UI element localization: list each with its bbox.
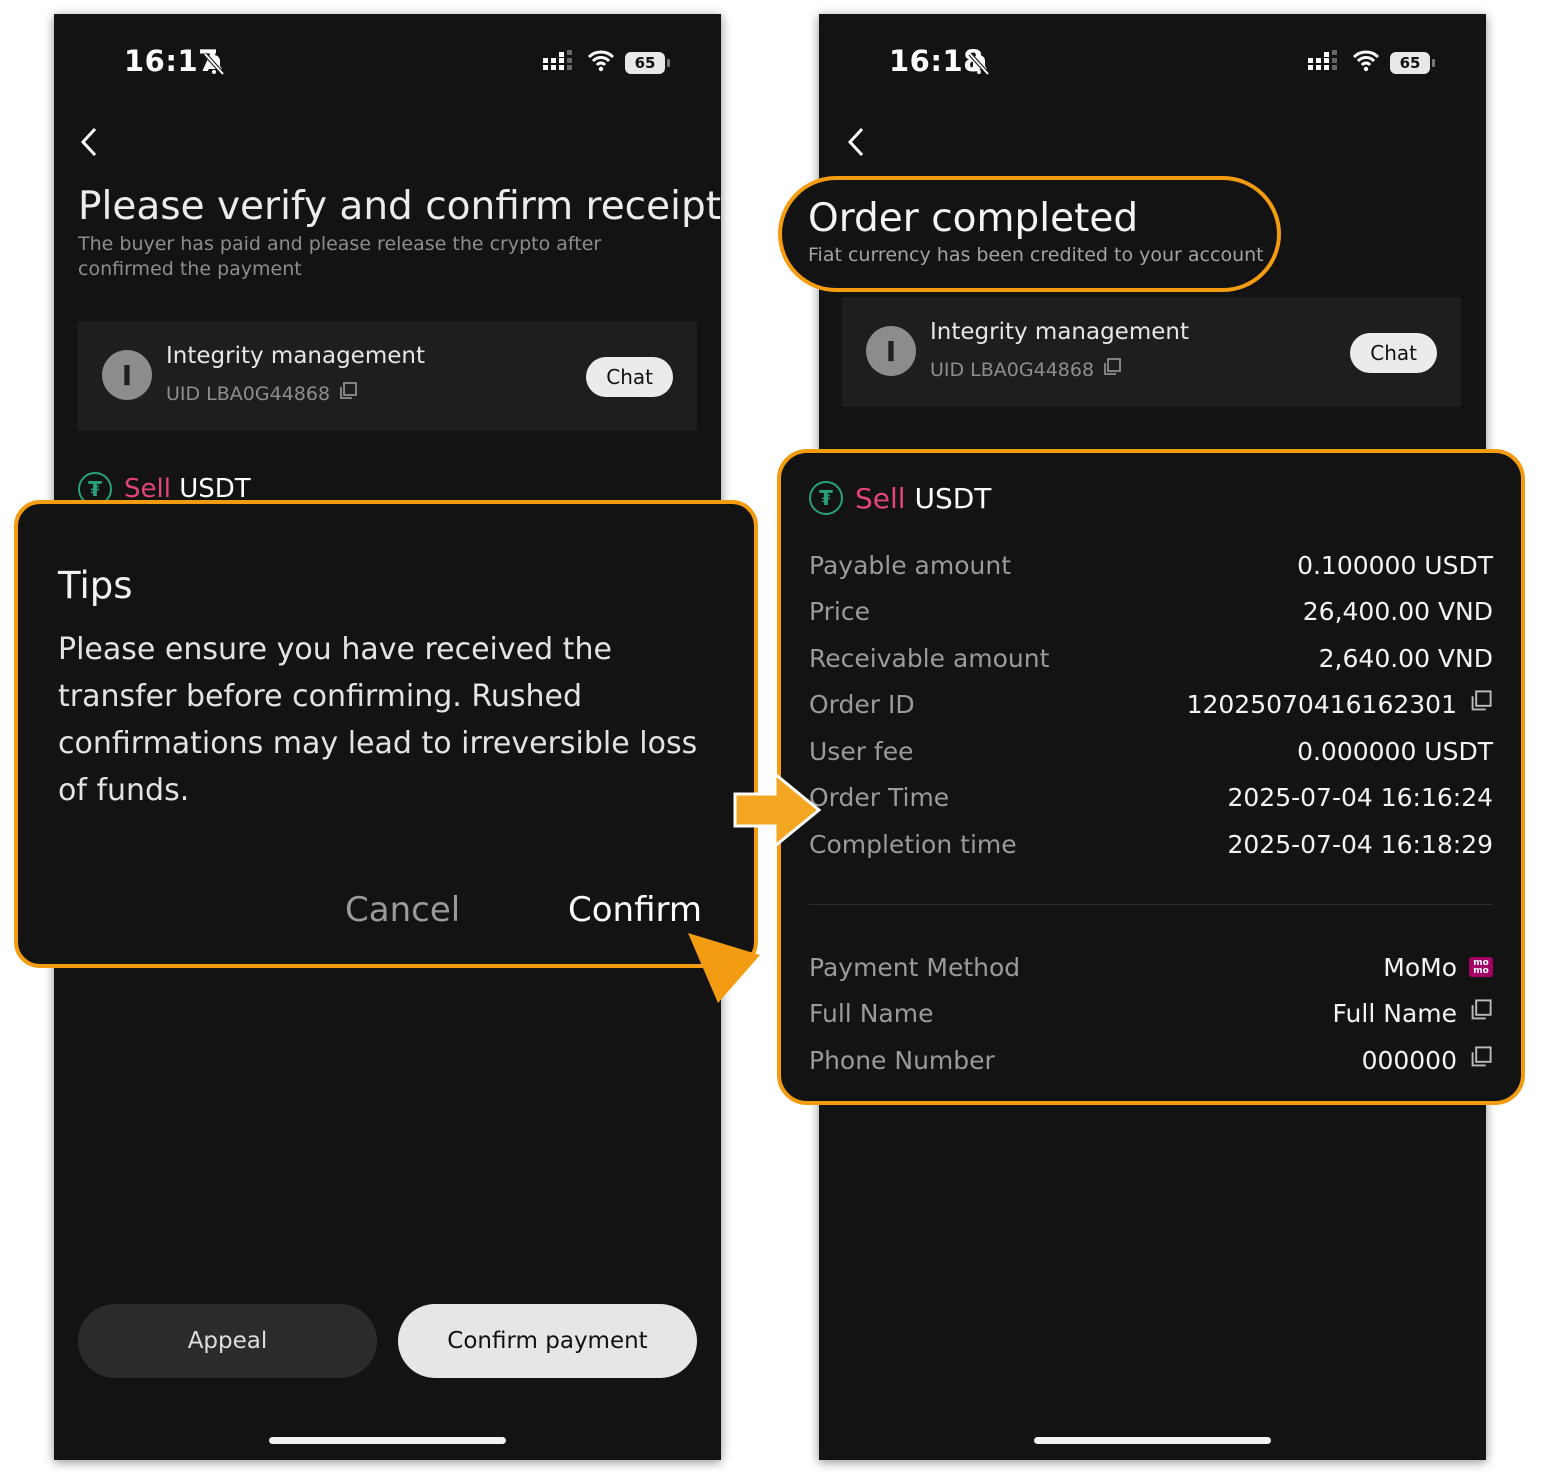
order-details-card: ₮ Sell USDT Payable amount 0.100000 USDT…: [777, 449, 1525, 1105]
pointer-tail-icon: [686, 925, 766, 1009]
payment-value: 000000: [1361, 1045, 1457, 1075]
appeal-button[interactable]: Appeal: [78, 1304, 377, 1378]
detail-row-payable: Payable amount 0.100000 USDT: [809, 548, 1493, 582]
home-indicator: [1034, 1437, 1271, 1444]
back-chevron-icon[interactable]: [78, 126, 100, 162]
right-arrow-icon: [733, 770, 823, 854]
detail-row-order-id: Order ID 12025070416162301: [809, 687, 1493, 721]
signal-icon: [543, 50, 577, 76]
merchant-card: I Integrity management UID LBA0G44868 Ch…: [842, 297, 1461, 407]
page-title: Please verify and confirm receipt: [78, 184, 721, 229]
confirm-button[interactable]: Confirm: [568, 890, 702, 930]
home-indicator: [269, 1437, 506, 1444]
detail-value: 0.000000 USDT: [1297, 736, 1493, 766]
detail-label: Order Time: [809, 782, 950, 812]
status-indicators: 65: [1308, 50, 1435, 76]
merchant-name: Integrity management: [930, 319, 1189, 345]
back-chevron-icon[interactable]: [845, 126, 867, 162]
detail-label: Receivable amount: [809, 643, 1050, 673]
order-status-bubble: Order completed Fiat currency has been c…: [778, 176, 1281, 292]
detail-row-price: Price 26,400.00 VND: [809, 594, 1493, 628]
asset-label: USDT: [914, 481, 992, 515]
copy-icon[interactable]: [1469, 998, 1493, 1028]
wifi-icon: [1352, 50, 1380, 76]
signal-icon: [1308, 50, 1342, 76]
chat-button[interactable]: Chat: [1350, 333, 1437, 373]
page-subtitle: The buyer has paid and please release th…: [78, 233, 602, 280]
detail-label: Payable amount: [809, 550, 1011, 580]
confirm-payment-button[interactable]: Confirm payment: [398, 1304, 697, 1378]
battery-icon: 65: [625, 52, 670, 74]
battery-icon: 65: [1390, 52, 1435, 74]
avatar: I: [102, 350, 152, 400]
tips-dialog: Tips Please ensure you have received the…: [14, 500, 758, 968]
detail-row-receivable: Receivable amount 2,640.00 VND: [809, 641, 1493, 675]
detail-value: 2,640.00 VND: [1318, 643, 1493, 673]
detail-value: 2025-07-04 16:16:24: [1227, 782, 1493, 812]
sell-label: Sell: [855, 481, 906, 515]
copy-icon[interactable]: [1102, 357, 1122, 382]
detail-value: 0.100000 USDT: [1297, 550, 1493, 580]
detail-row-completion-time: Completion time 2025-07-04 16:18:29: [809, 827, 1493, 861]
detail-label: Order ID: [809, 689, 915, 719]
payment-label: Payment Method: [809, 952, 1021, 982]
copy-icon[interactable]: [338, 381, 358, 406]
order-status-title: Order completed: [808, 196, 1139, 241]
detail-row-order-time: Order Time 2025-07-04 16:16:24: [809, 780, 1493, 814]
payment-label: Full Name: [809, 998, 934, 1028]
avatar: I: [866, 326, 916, 376]
wifi-icon: [587, 50, 615, 76]
merchant-uid-row: UID LBA0G44868: [166, 381, 358, 406]
order-status-subtitle: Fiat currency has been credited to your …: [808, 244, 1264, 266]
bell-off-icon: [202, 52, 226, 80]
status-indicators: 65: [543, 50, 670, 76]
payment-row-full-name: Full Name Full Name: [809, 996, 1493, 1030]
tips-message: Please ensure you have received the tran…: [58, 632, 698, 808]
detail-value: 26,400.00 VND: [1302, 596, 1493, 626]
chat-button[interactable]: Chat: [586, 357, 673, 397]
detail-value: 12025070416162301: [1186, 689, 1457, 719]
merchant-name: Integrity management: [166, 343, 425, 369]
detail-label: User fee: [809, 736, 914, 766]
merchant-uid-row: UID LBA0G44868: [930, 357, 1122, 382]
merchant-card: I Integrity management UID LBA0G44868 Ch…: [78, 321, 697, 431]
payment-row-phone: Phone Number 000000: [809, 1043, 1493, 1077]
detail-label: Price: [809, 596, 870, 626]
detail-label: Completion time: [809, 829, 1017, 859]
bell-off-icon: [967, 52, 991, 80]
detail-row-user-fee: User fee 0.000000 USDT: [809, 734, 1493, 768]
copy-icon[interactable]: [1469, 689, 1493, 719]
divider: [809, 904, 1493, 905]
detail-value: 2025-07-04 16:18:29: [1227, 829, 1493, 859]
sell-header: ₮ Sell USDT: [809, 481, 991, 515]
cancel-button[interactable]: Cancel: [345, 890, 460, 930]
tips-title: Tips: [58, 564, 133, 607]
merchant-uid: UID LBA0G44868: [930, 358, 1095, 381]
momo-logo-icon: mo mo: [1469, 957, 1493, 977]
tether-icon: ₮: [809, 481, 843, 515]
payment-label: Phone Number: [809, 1045, 995, 1075]
payment-value: MoMo: [1383, 952, 1457, 982]
copy-icon[interactable]: [1469, 1045, 1493, 1075]
merchant-uid: UID LBA0G44868: [166, 382, 331, 405]
payment-row-method: Payment Method MoMo mo mo: [809, 950, 1493, 984]
payment-value: Full Name: [1332, 998, 1457, 1028]
